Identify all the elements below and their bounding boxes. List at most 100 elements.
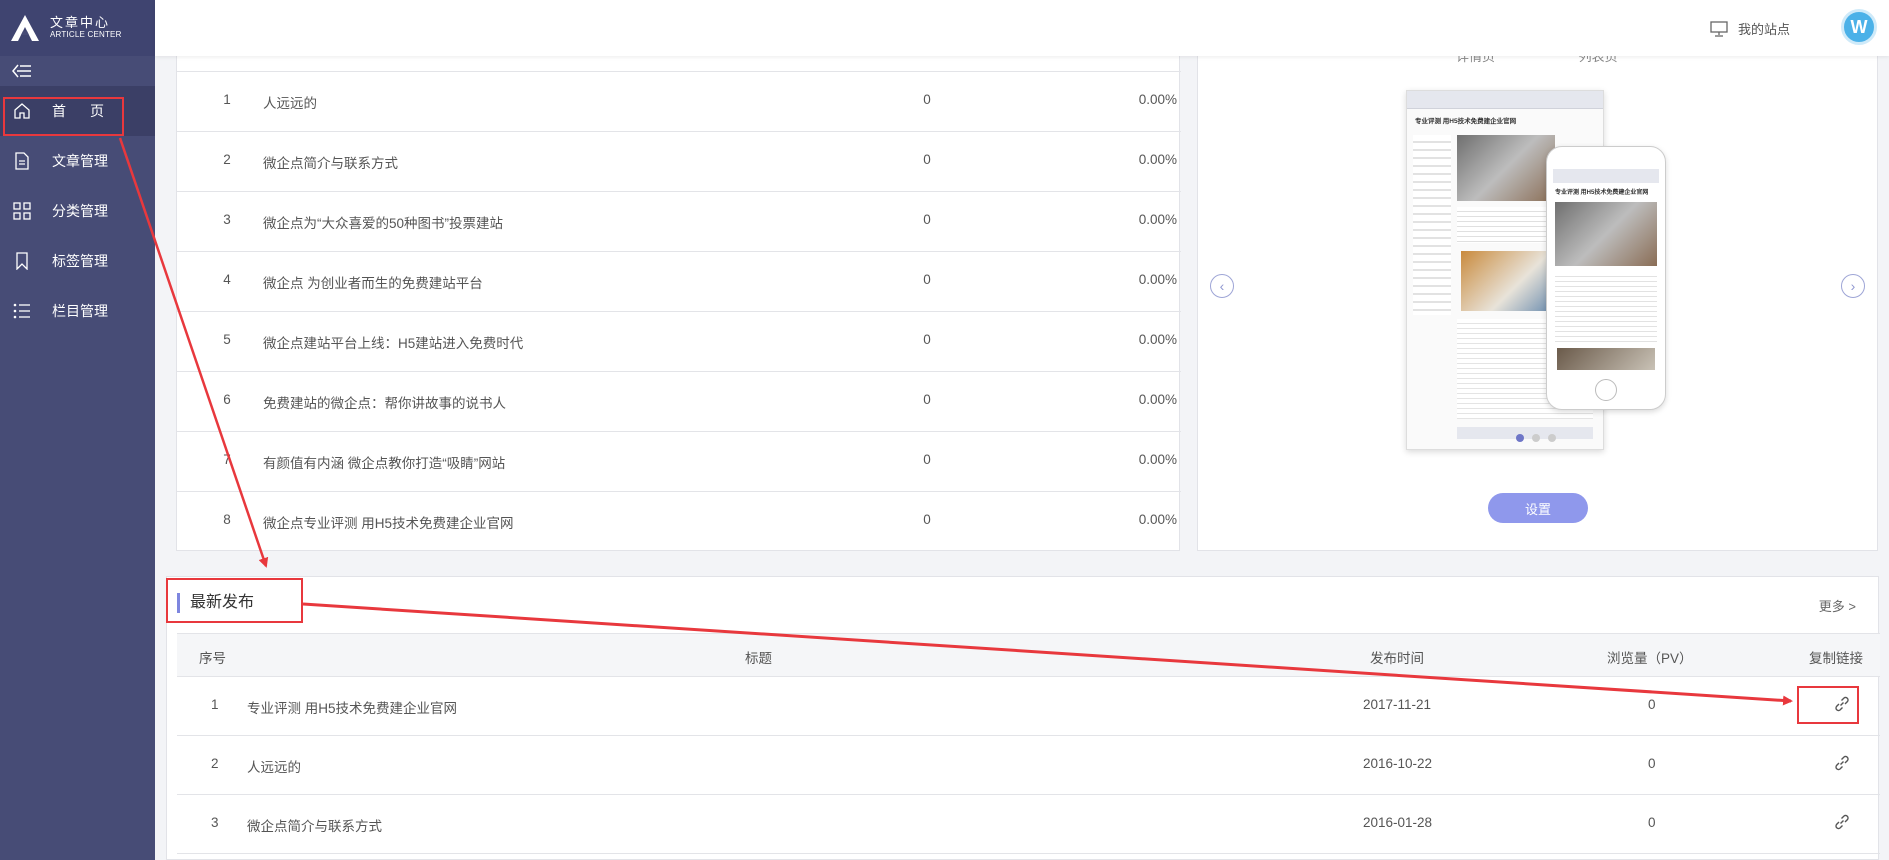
row-number: 3 [223,212,231,227]
mock-sidebar-lines [1413,135,1451,315]
row-title: 人远远的 [263,96,317,111]
collapse-icon [12,64,31,78]
carousel-dot[interactable] [1548,434,1556,442]
row-percent: 0.00% [1138,152,1177,167]
table-row[interactable]: 2 人远远的 2016-10-22 0 [177,736,1880,795]
row-date: 2016-10-22 [1363,756,1433,771]
latest-published-section: 最新发布 更多 > 序号 标题 发布时间 浏览量（PV） 复制链接 1 专业评测… [166,576,1880,860]
logo[interactable]: 文章中心 ARTICLE CENTER [0,0,155,56]
logo-title: 文章中心 [50,15,111,31]
row-number: 2 [223,152,231,167]
collapse-menu-button[interactable] [0,56,155,86]
tab-list-page[interactable]: 列表页 [1579,56,1618,64]
row-pv: 0 [923,92,931,107]
mock-image [1457,135,1555,201]
mock-topbar [1407,91,1603,109]
row-percent: 0.00% [1138,272,1177,287]
carousel-dot[interactable] [1532,434,1540,442]
document-icon [12,151,32,171]
row-number: 1 [223,92,231,107]
row-pv: 0 [1648,815,1656,830]
table-header: 序号 标题 发布时间 浏览量（PV） 复制链接 [177,633,1880,677]
row-number: 1 [211,697,219,712]
row-date: 2017-11-21 [1363,697,1432,712]
row-title: 免费建站的微企点：帮你讲故事的说书人 [263,396,506,411]
row-title: 微企点建站平台上线：H5建站进入免费时代 [263,336,524,351]
logo-subtitle: ARTICLE CENTER [50,29,122,39]
table-row[interactable]: 6 免费建站的微企点：帮你讲故事的说书人 0 0.00% [177,371,1181,431]
row-title: 微企点为“大众喜爱的50种图书”投票建站 [263,216,504,231]
row-title: 有颜值有内涵 微企点教你打造“吸睛”网站 [263,456,506,471]
mock-headline: 专业评测 用H5技术免费建企业官网 [1555,190,1649,196]
bookmark-icon [12,251,32,271]
column-header-number: 序号 [199,651,226,666]
sidebar-item-categories[interactable]: 分类管理 [0,186,155,236]
row-number: 8 [223,512,231,527]
table-row[interactable]: 1 专业评测 用H5技术免费建企业官网 2017-11-21 0 [177,677,1880,736]
table-row[interactable]: 1 人远远的 0 0.00% [177,71,1181,131]
sidebar-item-tags[interactable]: 标签管理 [0,236,155,286]
monitor-icon [1710,20,1728,37]
list-icon [12,301,32,321]
row-title: 微企点 为创业者而生的免费建站平台 [263,276,483,291]
annotation-box-home [3,97,124,136]
row-pv: 0 [923,452,931,467]
preview-tabs: 详情页 列表页 [1456,56,1698,65]
column-header-title: 标题 [745,651,772,666]
sidebar-item-label: 栏目管理 [52,303,108,319]
copy-link-icon[interactable] [1833,813,1851,834]
prev-arrow-button[interactable]: ‹ [1210,274,1234,298]
row-title: 微企点专业评测 用H5技术免费建企业官网 [263,516,514,531]
my-site-link[interactable]: 我的站点 [1710,19,1790,38]
row-date: 2016-01-28 [1363,815,1433,830]
row-pv: 0 [923,272,931,287]
table-row[interactable]: 8 微企点专业评测 用H5技术免费建企业官网 0 0.00% [177,491,1181,551]
top-header: 我的站点 W [155,0,1889,56]
next-arrow-button[interactable]: › [1841,274,1865,298]
logo-icon [11,15,39,41]
template-preview-panel: 详情页 列表页 ‹ › 专业评测 用H5技术免费建企业官网 专业评测 用H5技术… [1197,56,1878,551]
table-row[interactable]: 4 微企点 为创业者而生的免费建站平台 0 0.00% [177,251,1181,311]
section-header: 最新发布 更多 > [167,577,1878,633]
mobile-template-preview: 专业评测 用H5技术免费建企业官网 [1546,146,1666,410]
copy-link-icon[interactable] [1833,754,1851,775]
row-number: 5 [223,332,231,347]
row-percent: 0.00% [1138,332,1177,347]
table-row[interactable]: 7 有颜值有内涵 微企点教你打造“吸睛”网站 0 0.00% [177,431,1181,491]
table-row[interactable]: 5 微企点建站平台上线：H5建站进入免费时代 0 0.00% [177,311,1181,371]
table-row[interactable]: 2 微企点简介与联系方式 0 0.00% [177,131,1181,191]
sidebar-item-articles[interactable]: 文章管理 [0,136,155,186]
column-header-pv: 浏览量（PV） [1607,651,1693,666]
row-title[interactable]: 微企点简介与联系方式 [247,815,382,835]
more-link[interactable]: 更多 > [1819,596,1856,615]
tab-detail-page[interactable]: 详情页 [1456,56,1495,64]
column-header-copy-link: 复制链接 [1809,651,1863,666]
row-number: 3 [211,815,219,830]
table-row[interactable]: 3 微企点简介与联系方式 2016-01-28 0 [177,795,1880,854]
chevron-right-icon: › [1850,278,1856,294]
avatar[interactable]: W [1841,9,1877,45]
sidebar-item-columns[interactable]: 栏目管理 [0,286,155,336]
row-title[interactable]: 专业评测 用H5技术免费建企业官网 [247,697,457,717]
carousel-dots [1516,434,1556,442]
article-stats-table: 1 人远远的 0 0.00% 2 微企点简介与联系方式 0 0.00% 3 微企… [176,56,1181,551]
row-pv: 0 [1648,697,1656,712]
mock-text-lines [1555,272,1657,342]
grid-icon [12,201,32,221]
row-pv: 0 [923,212,931,227]
row-title[interactable]: 人远远的 [247,756,301,776]
mock-image [1461,251,1551,311]
row-pv: 0 [923,392,931,407]
row-number: 7 [223,452,231,467]
my-site-label: 我的站点 [1737,22,1790,37]
home-button-icon [1595,379,1617,401]
mock-image [1555,202,1657,266]
column-header-date: 发布时间 [1370,651,1424,666]
sidebar-item-label: 文章管理 [52,153,108,169]
carousel-dot[interactable] [1516,434,1524,442]
row-pv: 0 [1648,756,1656,771]
chevron-left-icon: ‹ [1219,278,1225,294]
row-title: 微企点简介与联系方式 [263,156,398,171]
table-row[interactable]: 3 微企点为“大众喜爱的50种图书”投票建站 0 0.00% [177,191,1181,251]
settings-button[interactable]: 设置 [1488,493,1588,523]
